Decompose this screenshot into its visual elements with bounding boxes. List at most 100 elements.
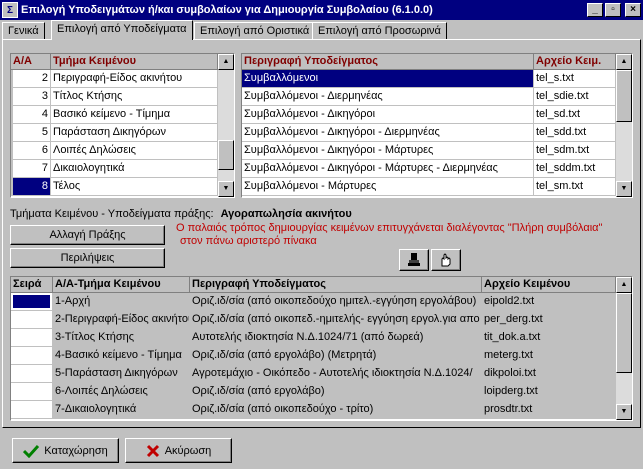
selection-desc-cell[interactable]: Αυτοτελής ιδιοκτησία Ν.Δ.1024/71 (από δω… (190, 329, 482, 347)
selection-file-cell[interactable]: prosdtr.txt (482, 401, 616, 419)
section-cell[interactable]: Βασικό κείμενο - Τίμημα (51, 106, 218, 124)
selection-file-cell[interactable]: meterg.txt (482, 347, 616, 365)
scroll-thumb[interactable] (218, 140, 234, 170)
template-desc-cell[interactable]: Συμβαλλόμενοι - Διερμηνέας (242, 88, 534, 106)
sections-grid[interactable]: Α/Α Τμήμα Κειμένου 2 Περιγραφή-Είδος ακι… (10, 53, 235, 198)
order-cell[interactable] (11, 293, 53, 311)
selection-file-cell[interactable]: per_derg.txt (482, 311, 616, 329)
col-header-order[interactable]: Σειρά (11, 277, 53, 293)
aa-cell[interactable]: 5 (13, 124, 51, 142)
selection-desc-cell[interactable]: Αγροτεμάχιο - Οικόπεδο - Αυτοτελής ιδιοκ… (190, 365, 482, 383)
selection-desc-cell[interactable]: Οριζ.ιδ/σία (από εργολάβο) (190, 383, 482, 401)
scroll-down-icon[interactable]: ▼ (218, 181, 234, 197)
selection-section-cell[interactable]: 5-Παράσταση Δικηγόρων (53, 365, 190, 383)
act-info: Τμήματα Κειμένου - Υποδείγματα πράξης: Α… (10, 208, 352, 220)
selection-grid[interactable]: Σειρά Α/Α-Τμήμα Κειμένου Περιγραφή Υποδε… (10, 276, 633, 421)
order-cell[interactable] (11, 329, 53, 347)
sections-scrollbar[interactable]: ▲ ▼ (218, 54, 234, 197)
col-header-template-desc[interactable]: Περιγραφή Υποδείγματος (190, 277, 482, 293)
selection-scrollbar[interactable]: ▲ ▼ (616, 277, 632, 420)
order-cell[interactable] (11, 401, 53, 419)
selection-section-cell[interactable]: 7-Δικαιολογητικά (53, 401, 190, 419)
cancel-label: Ακύρωση (164, 444, 212, 457)
selection-file-cell[interactable]: dikpoloi.txt (482, 365, 616, 383)
aa-cell[interactable]: 6 (13, 142, 51, 160)
section-cell[interactable]: Τέλος (51, 178, 218, 196)
selection-file-cell[interactable]: loipderg.txt (482, 383, 616, 401)
selection-section-cell[interactable]: 6-Λοιπές Δηλώσεις (53, 383, 190, 401)
section-cell[interactable]: Δικαιολογητικά (51, 160, 218, 178)
col-header-section[interactable]: Τμήμα Κειμένου (51, 54, 218, 70)
cancel-button[interactable]: Ακύρωση (125, 438, 232, 463)
template-desc-cell-selected[interactable]: Συμβαλλόμενοι (242, 70, 534, 88)
col-header-template-desc[interactable]: Περιγραφή Υποδείγματος (242, 54, 534, 70)
template-file-cell[interactable]: tel_sd.txt (534, 106, 616, 124)
stamp-icon (408, 253, 420, 266)
insert-template-button[interactable] (399, 249, 429, 271)
order-cell[interactable] (11, 365, 53, 383)
selection-desc-cell[interactable]: Οριζ.ιδ/σία (από εργολάβο) (Μετρητά) (190, 347, 482, 365)
act-label: Τμήματα Κειμένου - Υποδείγματα πράξης: (10, 208, 214, 220)
template-file-cell[interactable]: tel_sm.txt (534, 178, 616, 196)
aa-cell[interactable]: 3 (13, 88, 51, 106)
selection-file-cell[interactable]: eipold2.txt (482, 293, 616, 311)
selection-section-cell[interactable]: 1-Αρχή (53, 293, 190, 311)
col-header-file[interactable]: Αρχείο Κειμ. (534, 54, 616, 70)
aa-cell[interactable]: 4 (13, 106, 51, 124)
remove-template-button[interactable] (431, 249, 461, 271)
scroll-down-icon[interactable]: ▼ (616, 404, 632, 420)
template-desc-cell[interactable]: Συμβαλλόμενοι - Μάρτυρες (242, 178, 534, 196)
template-desc-cell[interactable]: Συμβαλλόμενοι - Δικηγόροι - Διερμηνέας (242, 124, 534, 142)
scroll-up-icon[interactable]: ▲ (616, 54, 632, 70)
note-line-1: Ο παλαιός τρόπος δημιουργίας κειμένων επ… (176, 222, 603, 234)
scroll-thumb[interactable] (616, 70, 632, 122)
section-cell[interactable]: Παράσταση Δικηγόρων (51, 124, 218, 142)
restore-button[interactable]: ▫ (605, 3, 621, 17)
order-cell[interactable] (11, 383, 53, 401)
tab-general[interactable]: Γενικά (2, 22, 45, 39)
template-file-cell[interactable]: tel_sdie.txt (534, 88, 616, 106)
section-cell[interactable]: Λοιπές Δηλώσεις (51, 142, 218, 160)
close-button[interactable]: × (625, 3, 641, 17)
title-bar: Σ Επιλογή Υποδειγμάτων ή/και συμβολαίων … (0, 0, 643, 20)
section-cell[interactable]: Τίτλος Κτήσης (51, 88, 218, 106)
tab-from-final[interactable]: Επιλογή από Οριστικά (194, 22, 316, 39)
col-header-aa[interactable]: Α/Α (11, 54, 51, 70)
tab-from-templates[interactable]: Επιλογή από Υποδείγματα (51, 20, 193, 40)
selection-section-cell[interactable]: 3-Τίτλος Κτήσης (53, 329, 190, 347)
change-act-button[interactable]: Αλλαγή Πράξης (10, 225, 165, 245)
scroll-down-icon[interactable]: ▼ (616, 181, 632, 197)
minimize-button[interactable]: _ (587, 3, 603, 17)
col-header-file[interactable]: Αρχείο Κειμένου (482, 277, 616, 293)
template-desc-cell[interactable]: Συμβαλλόμενοι - Δικηγόροι (242, 106, 534, 124)
aa-cell[interactable]: 7 (13, 160, 51, 178)
app-icon[interactable]: Σ (2, 2, 18, 18)
tab-from-temporary[interactable]: Επιλογή από Προσωρινά (312, 22, 447, 39)
order-cell[interactable] (11, 347, 53, 365)
selection-desc-cell[interactable]: Οριζ.ιδ/σία (από οικοπεδούχο - τρίτο) (190, 401, 482, 419)
template-file-cell[interactable]: tel_s.txt (534, 70, 616, 88)
scroll-thumb[interactable] (616, 293, 632, 373)
selection-section-cell[interactable]: 2-Περιγραφή-Είδος ακινήτου (53, 311, 190, 329)
aa-cell[interactable]: 2 (13, 70, 51, 88)
checkmark-icon (23, 444, 40, 458)
section-cell[interactable]: Περιγραφή-Είδος ακινήτου (51, 70, 218, 88)
save-button[interactable]: Καταχώρηση (12, 438, 119, 463)
selection-desc-cell[interactable]: Οριζ.ιδ/σία (από οικοπεδ.-ημιτελής- εγγύ… (190, 311, 482, 329)
template-file-cell[interactable]: tel_sddm.txt (534, 160, 616, 178)
template-desc-cell[interactable]: Συμβαλλόμενοι - Δικηγόροι - Μάρτυρες - Δ… (242, 160, 534, 178)
col-header-section[interactable]: Α/Α-Τμήμα Κειμένου (53, 277, 190, 293)
aa-cell-selected[interactable]: 8 (13, 178, 51, 196)
templates-grid[interactable]: Περιγραφή Υποδείγματος Αρχείο Κειμ. Συμβ… (241, 53, 633, 198)
template-file-cell[interactable]: tel_sdm.txt (534, 142, 616, 160)
templates-scrollbar[interactable]: ▲ ▼ (616, 54, 632, 197)
order-cell[interactable] (11, 311, 53, 329)
template-file-cell[interactable]: tel_sdd.txt (534, 124, 616, 142)
template-desc-cell[interactable]: Συμβαλλόμενοι - Δικηγόροι - Μάρτυρες (242, 142, 534, 160)
selection-file-cell[interactable]: tit_dok.a.txt (482, 329, 616, 347)
summaries-button[interactable]: Περιλήψεις (10, 248, 165, 268)
scroll-up-icon[interactable]: ▲ (218, 54, 234, 70)
selection-section-cell[interactable]: 4-Βασικό κείμενο - Τίμημα (53, 347, 190, 365)
scroll-up-icon[interactable]: ▲ (616, 277, 632, 293)
selection-desc-cell[interactable]: Οριζ.ιδ/σία (από οικοπεδούχο ημιτελ.-εγγ… (190, 293, 482, 311)
